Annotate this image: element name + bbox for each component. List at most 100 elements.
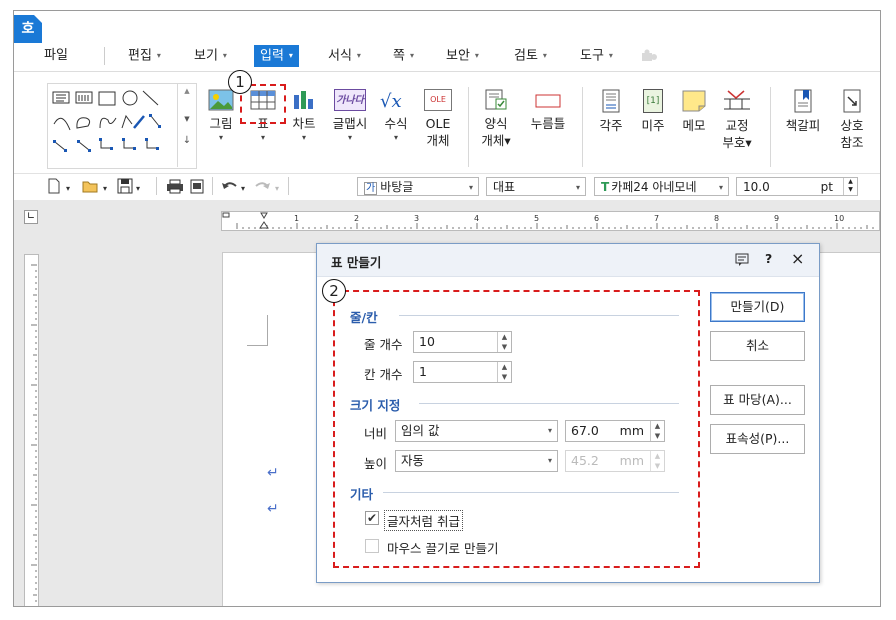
- proofreading-marks-label: 교정: [725, 118, 749, 133]
- memo-button[interactable]: 메모: [677, 89, 711, 134]
- ruler-label: 9: [774, 214, 779, 223]
- scroll-up-icon[interactable]: ▲: [178, 87, 196, 95]
- dialog-close-icon[interactable]: ×: [791, 249, 804, 268]
- fontart-label: 글맵시: [332, 116, 368, 131]
- ole-label: OLE: [425, 116, 451, 131]
- table-wizard-button[interactable]: 표 마당(A)...: [710, 385, 805, 415]
- save-dropdown-icon[interactable]: ▾: [136, 181, 140, 197]
- new-dropdown-icon[interactable]: ▾: [66, 181, 70, 197]
- formula-icon: √x: [380, 91, 402, 111]
- horizontal-ruler-ticks: 1 2 3 4 5 6 7 8 9 10: [222, 212, 874, 229]
- language-select[interactable]: 대표 ▾: [486, 177, 586, 196]
- fontart-button[interactable]: 가나다 글맵시 ▾: [330, 89, 370, 144]
- ole-label-2: 개체: [426, 133, 450, 148]
- paragraph-mark: ↵: [267, 501, 279, 517]
- memo-label: 메모: [682, 118, 706, 133]
- shape-gallery-scroll[interactable]: ▲ ▼ ↓: [177, 83, 196, 167]
- save-icon[interactable]: [117, 178, 133, 194]
- form-object-button[interactable]: 양식 개체▾: [478, 89, 514, 149]
- language-value: 대표: [493, 180, 516, 194]
- undo-dropdown-icon[interactable]: ▾: [241, 181, 245, 197]
- ruler-label: 3: [414, 214, 419, 223]
- gallery-expand-icon[interactable]: ↓: [178, 135, 196, 146]
- ruler-label: 7: [654, 214, 659, 223]
- print-icon[interactable]: [166, 179, 184, 194]
- cross-reference-button[interactable]: 상호 참조: [832, 89, 872, 151]
- footnote-button[interactable]: 각주: [594, 89, 628, 134]
- proofreading-marks-label-2: 부호▾: [722, 135, 752, 150]
- open-dropdown-icon[interactable]: ▾: [103, 181, 107, 197]
- proofreading-marks-icon: [724, 90, 750, 110]
- picture-dropdown-icon[interactable]: ▾: [204, 132, 238, 144]
- ruler-label: 8: [714, 214, 719, 223]
- font-size-value: 10.0: [743, 180, 770, 194]
- menu-edit[interactable]: 편집 ▾: [128, 45, 161, 67]
- pushbutton-field-button[interactable]: 누름틀: [524, 89, 572, 132]
- menu-file[interactable]: 파일: [44, 45, 68, 67]
- formula-label: 수식: [384, 116, 408, 131]
- chart-button[interactable]: 차트 ▾: [287, 89, 321, 144]
- shape-gallery[interactable]: [47, 83, 197, 169]
- dialog-titlebar[interactable]: 표 만들기 ? ×: [317, 244, 819, 277]
- font-size-stepper[interactable]: ▲ ▼: [843, 178, 857, 195]
- menu-tools[interactable]: 도구 ▾: [580, 45, 613, 67]
- table-properties-button[interactable]: 표속성(P)...: [710, 424, 805, 454]
- chevron-down-icon: ▾: [575, 183, 580, 192]
- scroll-down-icon[interactable]: ▼: [178, 115, 196, 123]
- horizontal-ruler[interactable]: 1 2 3 4 5 6 7 8 9 10: [221, 211, 880, 231]
- proofreading-marks-button[interactable]: 교정 부호▾: [717, 89, 757, 151]
- ruler-label: 5: [534, 214, 539, 223]
- preview-icon[interactable]: [189, 179, 205, 194]
- table-dropdown-icon[interactable]: ▾: [246, 132, 280, 144]
- style-value: 바탕글: [380, 180, 414, 194]
- font-select[interactable]: T 카페24 아네모네 ▾: [594, 177, 729, 196]
- highlight-dialog-options: [333, 290, 700, 568]
- menu-format[interactable]: 서식 ▾: [328, 45, 361, 67]
- redo-icon[interactable]: [254, 179, 272, 193]
- toolbar-separator: [212, 177, 213, 195]
- memo-icon: [682, 90, 706, 112]
- chart-dropdown-icon[interactable]: ▾: [287, 132, 321, 144]
- vertical-ruler[interactable]: [24, 254, 39, 606]
- endnote-button[interactable]: [1] 미주: [636, 89, 670, 134]
- dialog-help-icon[interactable]: ?: [765, 251, 772, 266]
- dialog-help-content-icon[interactable]: [735, 253, 749, 266]
- ruler-label: 6: [594, 214, 599, 223]
- hwp-logo[interactable]: 호: [14, 15, 42, 43]
- form-object-label: 양식: [484, 116, 508, 131]
- redo-dropdown-icon[interactable]: ▾: [275, 181, 279, 197]
- truetype-font-icon: T: [601, 180, 610, 194]
- menu-review[interactable]: 검토 ▾: [514, 45, 547, 67]
- menu-page[interactable]: 쪽 ▾: [393, 45, 414, 67]
- ole-object-button[interactable]: OLE OLE 개체: [420, 89, 456, 149]
- fontart-dropdown-icon[interactable]: ▾: [330, 132, 370, 144]
- menu-insert[interactable]: 입력 ▾: [254, 45, 299, 67]
- formula-dropdown-icon[interactable]: ▾: [378, 132, 414, 144]
- create-button[interactable]: 만들기(D): [710, 292, 805, 322]
- svg-text:√x: √x: [380, 91, 402, 111]
- cancel-button[interactable]: 취소: [710, 331, 805, 361]
- dialog-title: 표 만들기: [331, 255, 382, 270]
- open-folder-icon[interactable]: [82, 179, 100, 193]
- menu-view[interactable]: 보기 ▾: [194, 45, 227, 67]
- left-margin-marker-icon[interactable]: [222, 212, 230, 218]
- menu-security[interactable]: 보안 ▾: [446, 45, 479, 67]
- formula-button[interactable]: √x 수식 ▾: [378, 89, 414, 144]
- chart-icon: [294, 91, 313, 109]
- ruler-label: 1: [294, 214, 299, 223]
- picture-button[interactable]: 그림 ▾: [204, 89, 238, 144]
- indent-marker-icon[interactable]: [259, 212, 269, 229]
- footnote-icon: [602, 89, 620, 113]
- ruler-corner-icon[interactable]: ∟: [24, 210, 38, 224]
- style-select[interactable]: 가 바탕글 ▾: [357, 177, 479, 196]
- bookmark-button[interactable]: 책갈피: [780, 89, 826, 134]
- menu-bar: 호 파일 편집 ▾ 보기 ▾ 입력 ▾ 서식 ▾ 쪽 ▾ 보안 ▾ 검토 ▾ 도구 ▾: [14, 11, 880, 71]
- style-icon: 가: [364, 182, 378, 195]
- font-size-input[interactable]: 10.0 pt ▲ ▼: [736, 177, 858, 196]
- bookmark-icon: [794, 89, 812, 113]
- undo-icon[interactable]: [220, 179, 238, 193]
- new-document-icon[interactable]: [47, 178, 61, 194]
- chevron-down-icon: ▾: [468, 183, 473, 192]
- ribbon-separator: [468, 87, 469, 167]
- puzzle-icon[interactable]: [640, 49, 658, 63]
